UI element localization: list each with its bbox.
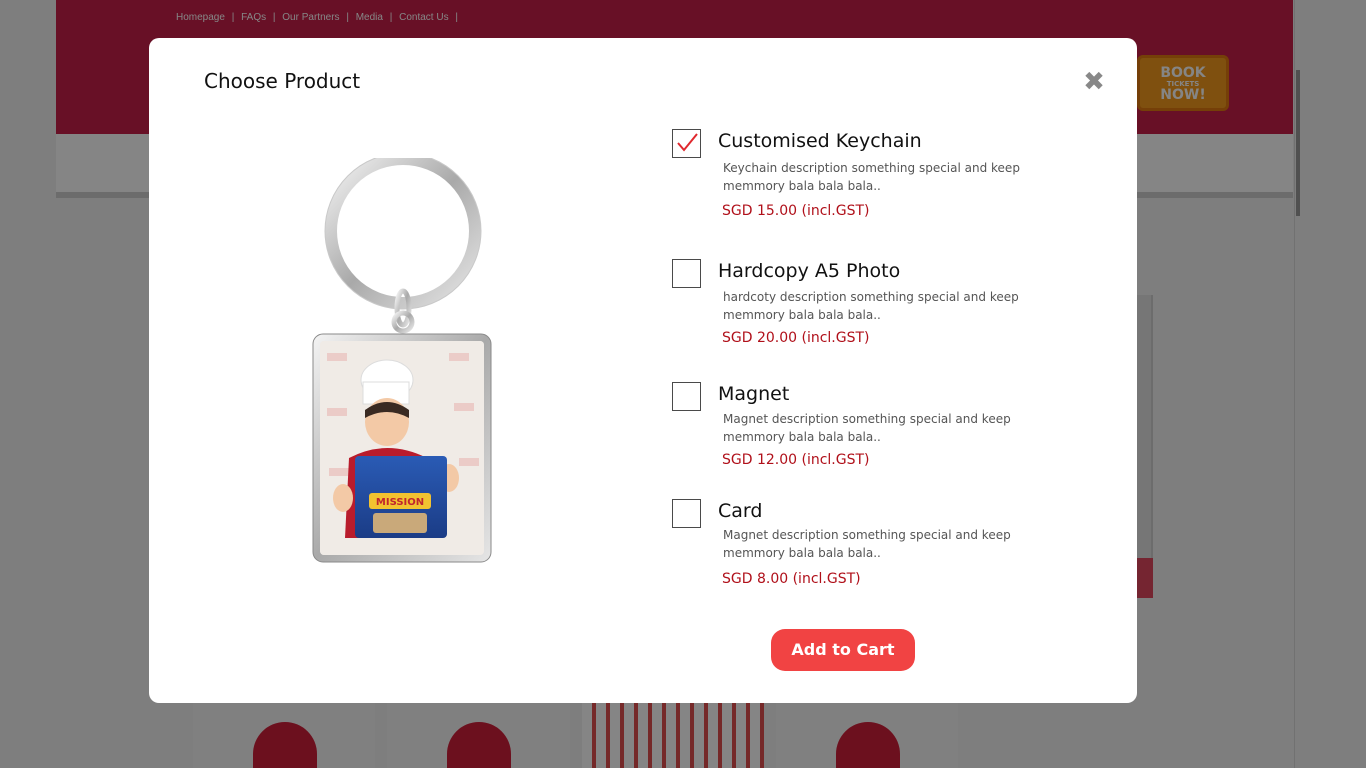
product-checkbox[interactable] <box>672 129 701 158</box>
product-price: SGD 12.00 (incl.GST) <box>722 452 870 468</box>
product-price: SGD 20.00 (incl.GST) <box>722 330 870 346</box>
product-name: Customised Keychain <box>718 130 922 152</box>
product-name: Magnet <box>718 383 790 405</box>
product-name: Hardcopy A5 Photo <box>718 260 901 282</box>
product-price: SGD 15.00 (incl.GST) <box>722 203 870 219</box>
product-checkbox[interactable] <box>672 259 701 288</box>
close-icon[interactable]: ✖ <box>1081 69 1107 95</box>
product-description: Keychain description something special a… <box>723 161 1020 193</box>
product-name: Card <box>718 500 763 522</box>
photo-brand-text: MISSION <box>376 497 424 508</box>
checkmark-icon <box>677 133 698 152</box>
product-checkbox[interactable] <box>672 499 701 528</box>
keychain-photo-icon: MISSION <box>309 152 499 568</box>
product-price: SGD 8.00 (incl.GST) <box>722 571 861 587</box>
product-description: Magnet description something special and… <box>723 412 1011 444</box>
product-description: hardcoty description something special a… <box>723 290 1019 322</box>
product-description: Magnet description something special and… <box>723 528 1011 560</box>
product-checkbox[interactable] <box>672 382 701 411</box>
choose-product-modal: Choose Product ✖ MISSION Customised Keyc… <box>149 38 1137 703</box>
add-to-cart-button[interactable]: Add to Cart <box>771 629 915 671</box>
modal-title: Choose Product <box>204 69 361 93</box>
